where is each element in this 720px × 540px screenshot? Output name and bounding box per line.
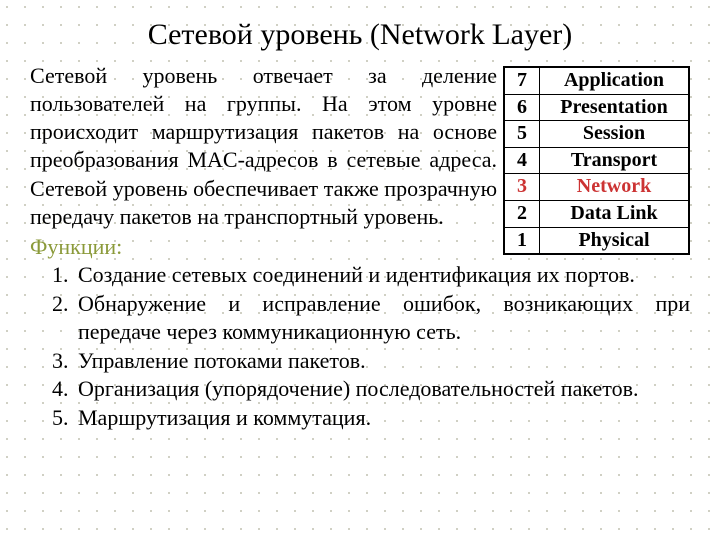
table-row: 4 Transport bbox=[504, 147, 689, 174]
table-row: 6 Presentation bbox=[504, 94, 689, 121]
osi-num: 1 bbox=[504, 227, 540, 254]
table-row: 5 Session bbox=[504, 121, 689, 148]
osi-num: 4 bbox=[504, 147, 540, 174]
table-row: 1 Physical bbox=[504, 227, 689, 254]
table-row: 3 Network bbox=[504, 174, 689, 201]
osi-name: Data Link bbox=[540, 200, 690, 227]
table-row: 2 Data Link bbox=[504, 200, 689, 227]
functions-list: Создание сетевых соединений и идентифика… bbox=[30, 261, 690, 433]
osi-name: Transport bbox=[540, 147, 690, 174]
osi-name: Physical bbox=[540, 227, 690, 254]
osi-name: Presentation bbox=[540, 94, 690, 121]
osi-num: 6 bbox=[504, 94, 540, 121]
list-item: Организация (упорядочение) последователь… bbox=[74, 375, 690, 404]
osi-layers-table: 7 Application 6 Presentation 5 Session 4… bbox=[503, 66, 690, 255]
list-item: Обнаружение и исправление ошибок, возник… bbox=[74, 290, 690, 347]
table-row: 7 Application bbox=[504, 67, 689, 94]
page-title: Сетевой уровень (Network Layer) bbox=[30, 18, 690, 52]
slide: Сетевой уровень (Network Layer) 7 Applic… bbox=[0, 0, 720, 433]
osi-name: Application bbox=[540, 67, 690, 94]
paragraph-block: 7 Application 6 Presentation 5 Session 4… bbox=[30, 62, 690, 433]
list-item: Управление потоками пакетов. bbox=[74, 347, 690, 376]
osi-num: 2 bbox=[504, 200, 540, 227]
content-area: 7 Application 6 Presentation 5 Session 4… bbox=[30, 62, 690, 433]
osi-num: 3 bbox=[504, 174, 540, 201]
osi-num: 7 bbox=[504, 67, 540, 94]
osi-name: Session bbox=[540, 121, 690, 148]
list-item: Маршрутизация и коммутация. bbox=[74, 404, 690, 433]
osi-tbody: 7 Application 6 Presentation 5 Session 4… bbox=[504, 67, 689, 254]
osi-name: Network bbox=[540, 174, 690, 201]
list-item: Создание сетевых соединений и идентифика… bbox=[74, 261, 690, 290]
osi-num: 5 bbox=[504, 121, 540, 148]
